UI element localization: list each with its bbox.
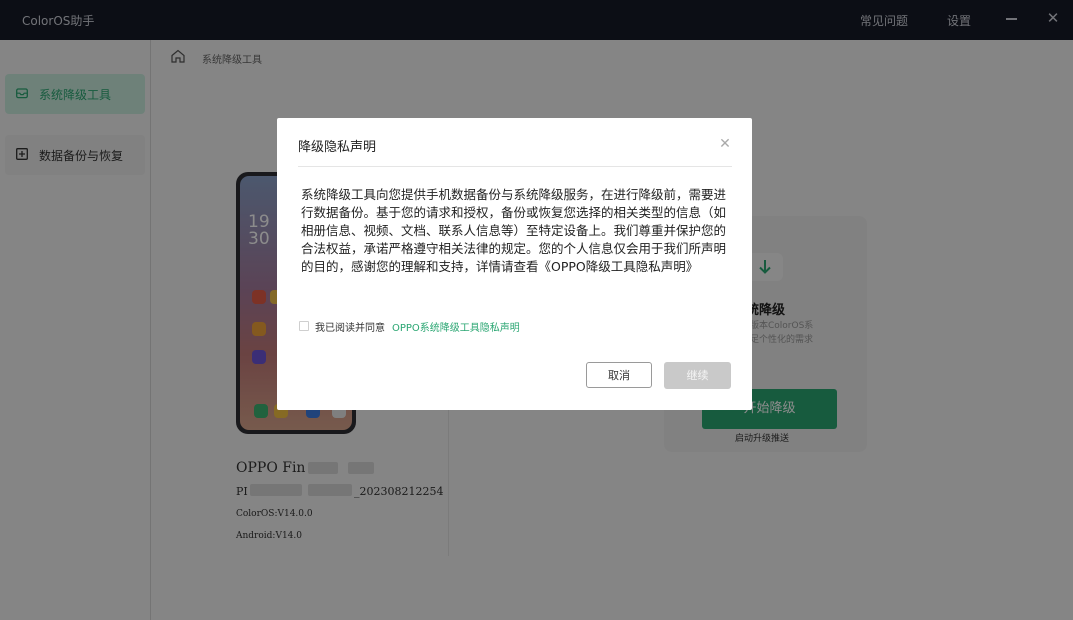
divider (298, 166, 732, 167)
privacy-dialog: 降级隐私声明 ✕ 系统降级工具向您提供手机数据备份与系统降级服务，在进行降级前，… (277, 118, 752, 410)
continue-button[interactable]: 继续 (664, 362, 731, 389)
close-icon[interactable]: ✕ (717, 136, 733, 152)
dialog-title: 降级隐私声明 (298, 140, 377, 155)
privacy-policy-link[interactable]: OPPO系统降级工具隐私声明 (392, 319, 520, 334)
agree-checkbox[interactable] (299, 321, 309, 331)
cancel-button[interactable]: 取消 (586, 362, 652, 388)
dialog-body-text: 系统降级工具向您提供手机数据备份与系统降级服务，在进行降级前，需要进行数据备份。… (301, 187, 727, 274)
agree-label: 我已阅读并同意 (315, 323, 385, 334)
